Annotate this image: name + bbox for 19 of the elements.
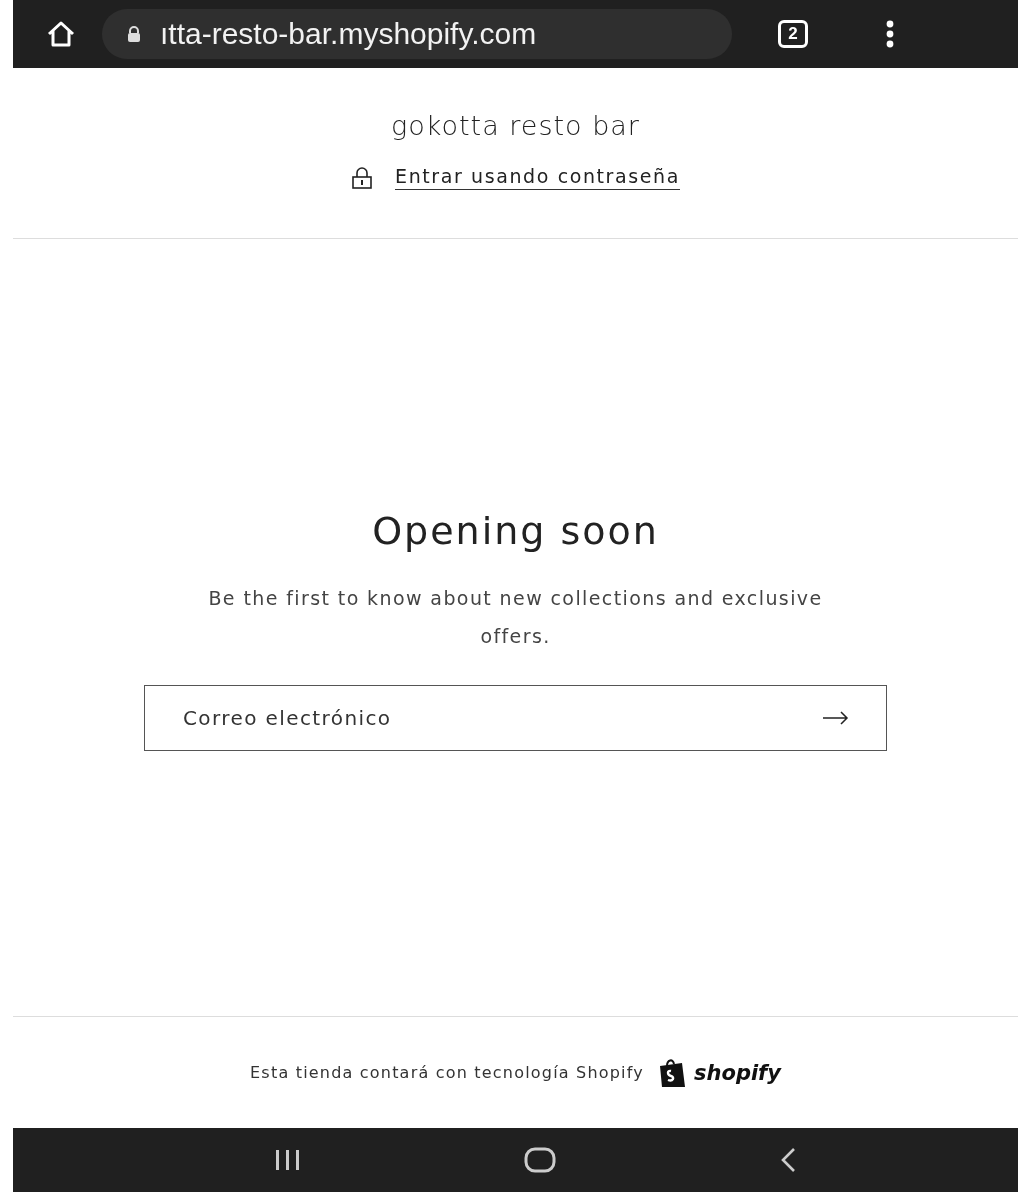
home-button-icon[interactable]	[524, 1147, 557, 1173]
recent-apps-icon[interactable]	[274, 1149, 301, 1171]
heading: Opening soon	[372, 509, 659, 553]
subtitle: Be the first to know about new collections and exclusive offers.	[207, 586, 824, 649]
store-name: gokotta resto bar	[391, 110, 640, 141]
shopify-wordmark[interactable]: shopify	[694, 1060, 781, 1085]
back-icon[interactable]	[780, 1147, 797, 1173]
shopping-bag-icon[interactable]	[658, 1057, 686, 1088]
padlock-icon	[351, 166, 374, 189]
more-icon[interactable]	[886, 20, 894, 48]
address-bar[interactable]: ıtta-resto-bar.myshopify.com	[102, 9, 732, 59]
arrow-icon[interactable]	[823, 711, 849, 725]
tab-count[interactable]: 2	[778, 20, 808, 48]
url-text: ıtta-resto-bar.myshopify.com	[160, 17, 537, 51]
email-field[interactable]: Correo electrónico	[144, 685, 887, 751]
home-icon[interactable]	[46, 20, 76, 48]
footer-text: Esta tienda contará con tecnología Shopify	[250, 1063, 644, 1082]
password-link[interactable]: Entrar usando contraseña	[395, 165, 680, 190]
lock-icon	[126, 26, 142, 42]
